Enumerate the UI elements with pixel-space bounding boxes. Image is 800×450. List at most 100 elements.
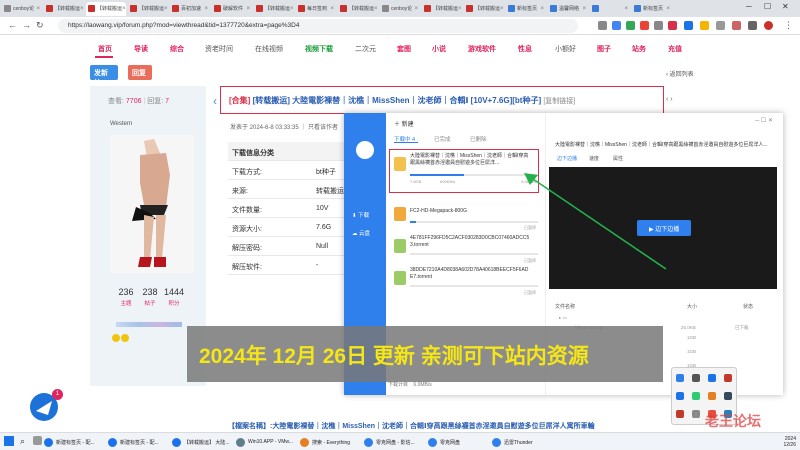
tab-close-icon[interactable]: ×: [246, 6, 250, 12]
tab-close-icon[interactable]: ×: [458, 6, 462, 12]
tab-close-icon[interactable]: ×: [500, 6, 504, 12]
taskbar-app[interactable]: 【转载搬运】 大陆...: [172, 435, 230, 449]
taskbar-app[interactable]: Win10.APP - VMw...: [236, 435, 293, 449]
tab-properties[interactable]: 属性: [613, 155, 623, 162]
tray-icon[interactable]: [676, 374, 684, 382]
tab-close-icon[interactable]: ×: [330, 6, 334, 12]
nav-item[interactable]: 游戏软件: [468, 44, 496, 54]
dl-side-download[interactable]: ⬇ 下载: [352, 211, 369, 219]
profile-icon[interactable]: [764, 21, 773, 30]
browser-tab[interactable]: 【转载搬运 ×: [464, 2, 504, 16]
new-task-button[interactable]: ＋ 新建: [394, 119, 414, 128]
task-view-icon[interactable]: [33, 436, 42, 445]
copy-link[interactable]: [复制链接]: [543, 98, 575, 105]
taskbar-app[interactable]: 新建标签页 - 配...: [108, 435, 159, 449]
user-stat-label[interactable]: 主题: [114, 299, 138, 307]
tab-close-icon[interactable]: ×: [624, 6, 628, 12]
tab-close-icon[interactable]: ×: [80, 6, 84, 12]
nav-item[interactable]: 首页: [98, 44, 112, 54]
tray-icon[interactable]: [692, 392, 700, 400]
browser-tab[interactable]: 新标签页 ×: [506, 2, 546, 16]
tray-icon[interactable]: [692, 374, 700, 382]
browser-tab[interactable]: cenboy论 ×: [2, 2, 42, 16]
downloads-icon[interactable]: [748, 21, 757, 30]
nav-item[interactable]: 在线视频: [255, 44, 283, 54]
extension-icon[interactable]: [732, 21, 741, 30]
file-row[interactable]: ▸ ▭: [559, 315, 773, 321]
taskbar-app[interactable]: 零克网盘 - 影信...: [364, 435, 415, 449]
extension-icon[interactable]: [654, 21, 663, 30]
taskbar-app[interactable]: 迅雷Thunder: [492, 435, 533, 449]
tab-close-icon[interactable]: ×: [122, 6, 126, 12]
nav-item[interactable]: 充值: [668, 44, 682, 54]
taskbar-app[interactable]: 零克网盘: [428, 435, 460, 449]
extension-icon[interactable]: [716, 21, 725, 30]
tray-icon[interactable]: [708, 392, 716, 400]
minimize-icon[interactable]: ─: [746, 2, 752, 11]
browser-tab[interactable]: 【转载搬运 ×: [338, 2, 378, 16]
nav-item[interactable]: 导读: [134, 44, 148, 54]
extension-icon[interactable]: [612, 21, 621, 30]
url-input[interactable]: https://laowang.vip/forum.php?mod=viewth…: [58, 19, 578, 33]
tab-close-icon[interactable]: ×: [582, 6, 586, 12]
close-window-icon[interactable]: ✕: [782, 2, 789, 11]
back-icon[interactable]: ←: [8, 20, 17, 30]
tray-icon[interactable]: [724, 392, 732, 400]
nav-item[interactable]: 图子: [597, 44, 611, 54]
tab-stream[interactable]: 边下边播: [557, 155, 577, 162]
nav-item[interactable]: 套图: [397, 44, 411, 54]
maximize-icon[interactable]: ☐: [764, 2, 771, 11]
windows-start-icon[interactable]: [4, 436, 14, 446]
avatar[interactable]: [110, 135, 194, 273]
tray-icon[interactable]: [676, 410, 684, 418]
nav-item[interactable]: 综合: [170, 44, 184, 54]
browser-tab[interactable]: 新标签页 ×: [632, 2, 672, 16]
back-to-list-link[interactable]: ‹ 返回列表: [666, 69, 694, 78]
nav-item[interactable]: 视频下载: [305, 44, 333, 54]
extension-icon[interactable]: [640, 21, 649, 30]
search-icon[interactable]: ⌕: [20, 436, 25, 447]
reply-button[interactable]: 回复: [128, 65, 152, 80]
star-icon[interactable]: [598, 21, 607, 30]
browser-tab[interactable]: 【转载搬运 ×: [422, 2, 462, 16]
browser-tab[interactable]: 破解软件 ×: [212, 2, 252, 16]
clock[interactable]: 2024 12/26: [783, 436, 796, 448]
tab-close-icon[interactable]: ×: [540, 6, 544, 12]
window-controls-icon[interactable]: ─ ☐ ✕: [755, 117, 773, 124]
tab-close-icon[interactable]: ×: [414, 6, 418, 12]
extension-icon[interactable]: [684, 21, 693, 30]
nav-item[interactable]: 小额好: [555, 44, 576, 54]
tray-icon[interactable]: [692, 410, 700, 418]
user-stat-label[interactable]: 积分: [162, 299, 186, 307]
extension-icon[interactable]: [626, 21, 635, 30]
browser-tab[interactable]: ×: [590, 2, 630, 16]
user-stat-label[interactable]: 帖子: [138, 299, 162, 307]
browser-tab[interactable]: 每日签到 ×: [296, 2, 336, 16]
extension-icon[interactable]: [700, 21, 709, 30]
nav-item[interactable]: 资老时间: [205, 44, 233, 54]
browser-tab[interactable]: 【转载搬运 ×: [44, 2, 84, 16]
taskbar-app[interactable]: 新建标签页 - 配...: [44, 435, 95, 449]
nav-item[interactable]: 性息: [518, 44, 532, 54]
nav-item[interactable]: 小说: [432, 44, 446, 54]
tab-close-icon[interactable]: ×: [204, 6, 208, 12]
nav-item[interactable]: 二次元: [355, 44, 376, 54]
tab-completed[interactable]: 已完成: [434, 135, 451, 143]
tray-icon[interactable]: [724, 374, 732, 382]
menu-icon[interactable]: ⋮: [784, 20, 793, 31]
dl-side-cloud[interactable]: ☁ 云盘: [352, 229, 370, 237]
forward-icon[interactable]: →: [22, 20, 31, 30]
taskbar-app[interactable]: 搜索 - Everything: [300, 435, 350, 449]
browser-tab[interactable]: 【转载搬运 ×: [86, 1, 126, 16]
tab-close-icon[interactable]: ×: [164, 6, 168, 12]
prev-thread-icon[interactable]: ‹: [213, 94, 217, 108]
tray-icon[interactable]: [708, 374, 716, 382]
tab-close-icon[interactable]: ×: [36, 6, 40, 12]
browser-tab[interactable]: 【转载搬运 ×: [254, 2, 294, 16]
extension-icon[interactable]: [668, 21, 677, 30]
browser-tab[interactable]: cenboy论 ×: [380, 2, 420, 16]
tab-close-icon[interactable]: ×: [290, 6, 294, 12]
browser-tab[interactable]: 百初加速 ×: [170, 2, 210, 16]
reload-icon[interactable]: ↻: [36, 20, 44, 31]
tab-close-icon[interactable]: ×: [374, 6, 378, 12]
